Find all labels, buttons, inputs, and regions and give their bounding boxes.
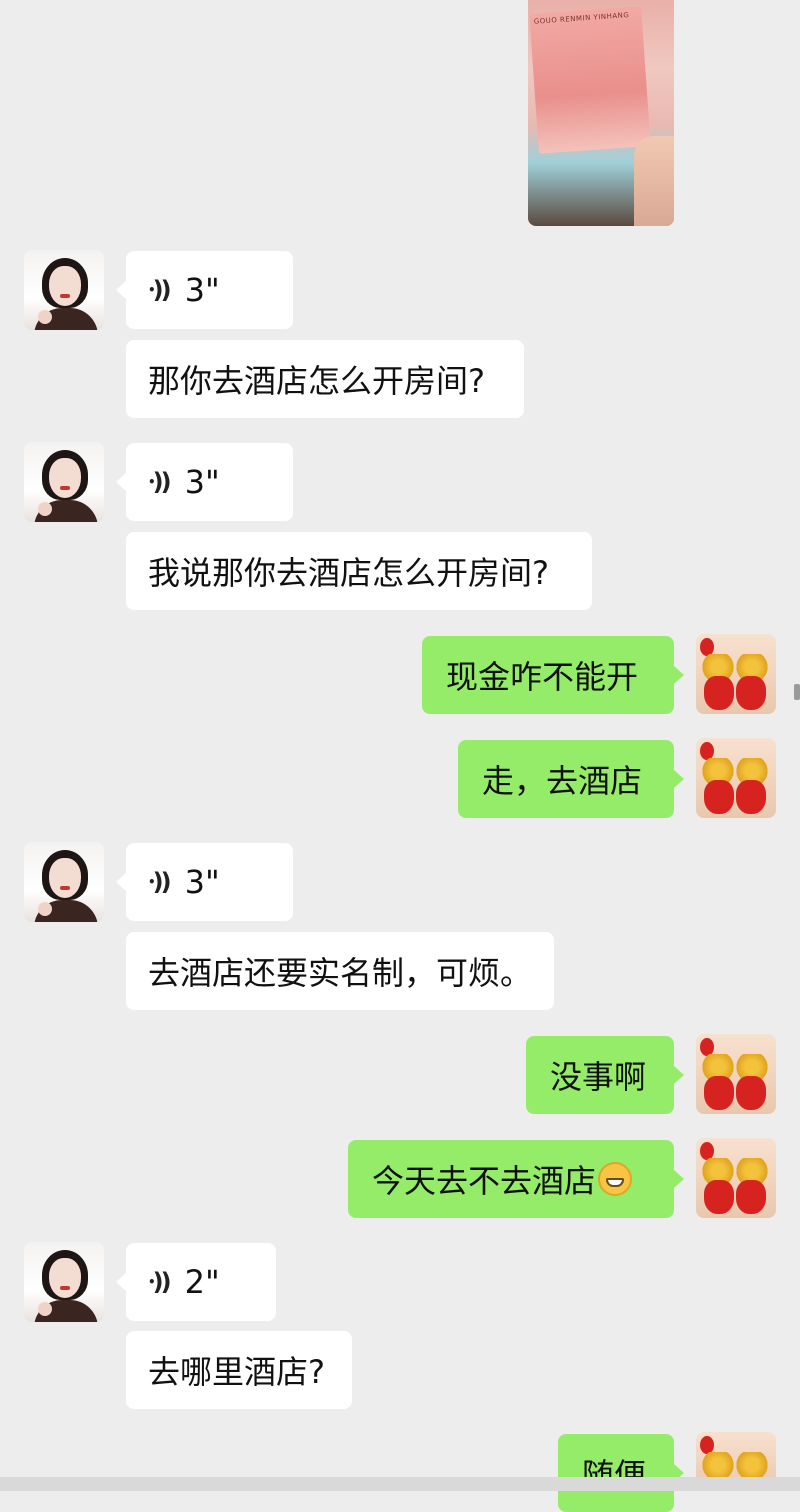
message-text: 走，去酒店 bbox=[482, 762, 643, 800]
voice-duration: 3" bbox=[184, 271, 220, 309]
message-text: 没事啊 bbox=[550, 1058, 647, 1096]
voice-wave-icon: •)) bbox=[148, 868, 172, 896]
contact-avatar[interactable] bbox=[24, 1242, 104, 1322]
voice-wave-icon: •)) bbox=[148, 1268, 172, 1296]
my-text-message[interactable]: 现金咋不能开 bbox=[422, 636, 684, 714]
voice-wave-icon: •)) bbox=[148, 276, 172, 304]
my-text-message[interactable]: 走，去酒店 bbox=[458, 740, 684, 818]
voice-wave-icon: •)) bbox=[148, 468, 172, 496]
voice-message[interactable]: •)) 3" bbox=[116, 843, 293, 921]
image-message-cash-photo[interactable]: GOUO RENMIN YINHANG bbox=[528, 0, 674, 226]
scrollbar-thumb[interactable] bbox=[794, 684, 800, 700]
voice-duration: 3" bbox=[184, 863, 220, 901]
hand bbox=[634, 136, 674, 226]
my-text-message[interactable]: 没事啊 bbox=[526, 1036, 684, 1114]
message-text: 那你去酒店怎么开房间? bbox=[148, 362, 485, 400]
contact-avatar[interactable] bbox=[24, 842, 104, 922]
my-avatar[interactable] bbox=[696, 1138, 776, 1218]
banknote-text: GOUO RENMIN YINHANG bbox=[533, 11, 630, 26]
grin-emoji-icon bbox=[598, 1162, 633, 1196]
message-text: 我说那你去酒店怎么开房间? bbox=[148, 554, 549, 592]
contact-avatar[interactable] bbox=[24, 442, 104, 522]
voice-message[interactable]: •)) 3" bbox=[116, 251, 293, 329]
message-text: 去哪里酒店? bbox=[148, 1353, 325, 1391]
voice-message[interactable]: •)) 3" bbox=[116, 443, 293, 521]
contact-avatar[interactable] bbox=[24, 250, 104, 330]
text-message[interactable]: 我说那你去酒店怎么开房间? bbox=[126, 532, 592, 610]
bottom-edge bbox=[0, 1477, 800, 1491]
my-avatar[interactable] bbox=[696, 634, 776, 714]
text-message[interactable]: 去酒店还要实名制，可烦。 bbox=[126, 932, 554, 1010]
message-text: 去酒店还要实名制，可烦。 bbox=[148, 954, 533, 992]
message-text: 今天去不去酒店 bbox=[372, 1162, 597, 1200]
text-message[interactable]: 那你去酒店怎么开房间? bbox=[126, 340, 524, 418]
my-text-message[interactable]: 随便 bbox=[558, 1434, 684, 1512]
voice-duration: 3" bbox=[184, 463, 220, 501]
message-text: 现金咋不能开 bbox=[446, 658, 639, 696]
my-text-message[interactable]: 今天去不去酒店 bbox=[348, 1140, 684, 1218]
voice-message[interactable]: •)) 2" bbox=[116, 1243, 276, 1321]
my-avatar[interactable] bbox=[696, 1034, 776, 1114]
voice-duration: 2" bbox=[184, 1263, 220, 1301]
text-message[interactable]: 去哪里酒店? bbox=[126, 1331, 352, 1409]
banknote: GOUO RENMIN YINHANG bbox=[529, 6, 651, 154]
my-avatar[interactable] bbox=[696, 738, 776, 818]
